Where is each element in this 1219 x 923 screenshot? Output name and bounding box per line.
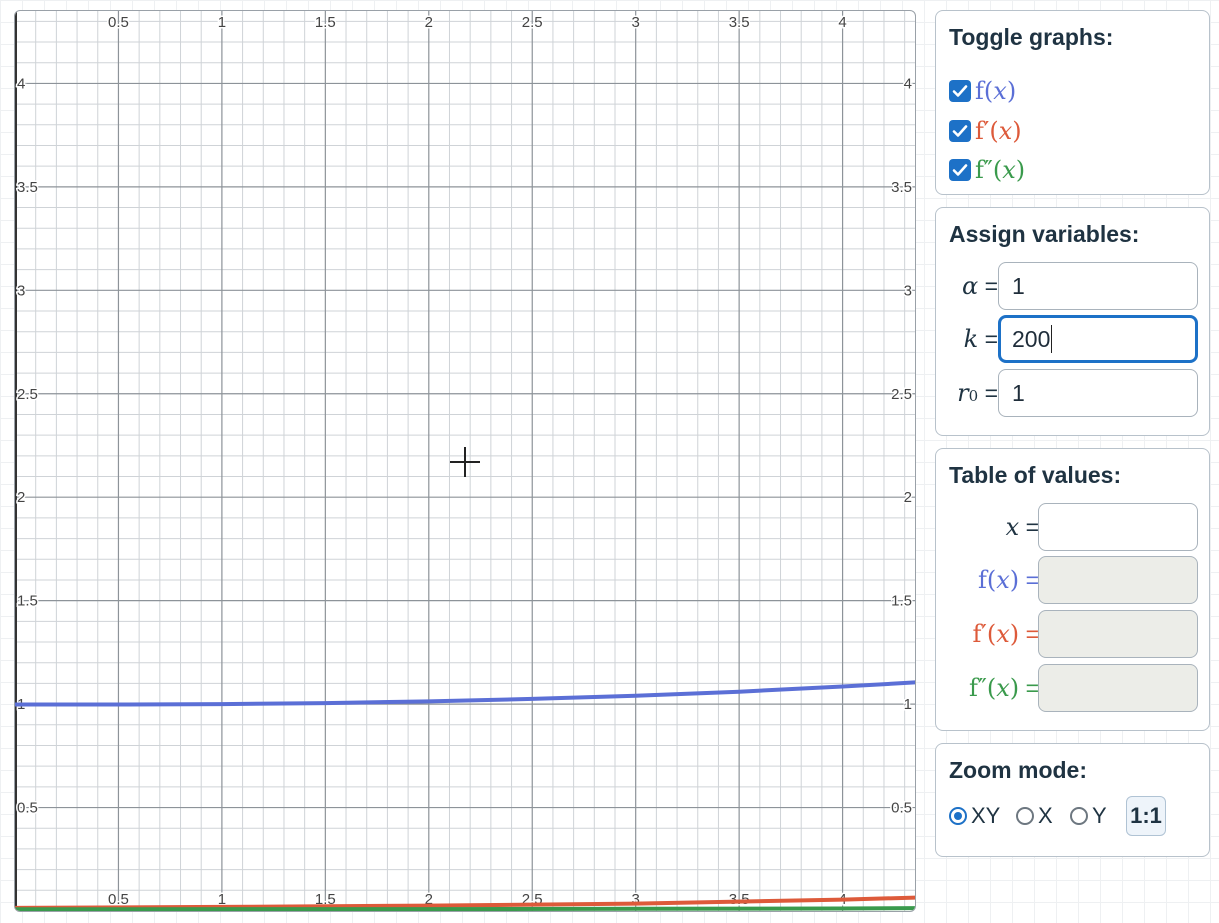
y-tick-label-right: 1.5 bbox=[891, 593, 912, 610]
assign-variables-title: Assign variables: bbox=[949, 221, 1140, 247]
zoom-option-y[interactable]: Y bbox=[1070, 798, 1107, 834]
x-tick-label-top: 0.5 bbox=[108, 14, 129, 31]
x-tick-label-top: 3 bbox=[632, 14, 640, 31]
variable-alpha-row: α = 1 bbox=[936, 262, 1211, 310]
toggle-graphs-title: Toggle graphs: bbox=[949, 24, 1114, 50]
y-tick-label-right: 4 bbox=[904, 75, 912, 92]
zoom-one-to-one-button[interactable]: 1:1 bbox=[1126, 796, 1166, 836]
y-tick-label-left: 3.5 bbox=[17, 179, 38, 196]
curve-fx2 bbox=[15, 906, 915, 911]
assign-variables-panel: Assign variables: α = 1 k = 200 r0 = 1 bbox=[935, 207, 1210, 436]
y-tick-label-left: 3 bbox=[17, 282, 25, 299]
y-tick-label-right: 2.5 bbox=[891, 386, 912, 403]
toggle-f-double-prime-label: f″(x) bbox=[975, 156, 1026, 184]
x-tick-label-top: 3.5 bbox=[729, 14, 750, 31]
y-tick-label-left: 0.5 bbox=[17, 800, 38, 817]
x-tick-label-top: 2 bbox=[425, 14, 433, 31]
toggle-f-label: f(x) bbox=[975, 77, 1017, 105]
check-icon[interactable] bbox=[949, 159, 971, 181]
y-tick-label-left: 4 bbox=[17, 75, 25, 92]
y-tick-label-right: 3.5 bbox=[891, 179, 912, 196]
table-f-prime-row: f′(x) = bbox=[936, 610, 1211, 658]
alpha-input[interactable]: 1 bbox=[998, 262, 1198, 310]
x-tick-label-top: 4 bbox=[838, 14, 846, 31]
y-tick-label-left: 2 bbox=[17, 489, 25, 506]
x-tick-label-top: 2.5 bbox=[522, 14, 543, 31]
variable-alpha-label: α = bbox=[961, 272, 998, 300]
table-f-label: f(x) = bbox=[977, 566, 1039, 594]
toggle-graphs-panel: Toggle graphs: f(x) f′(x) f″(x) bbox=[935, 10, 1210, 195]
radio-selected-icon[interactable] bbox=[949, 807, 967, 825]
variable-r0-label: r0 = bbox=[957, 379, 998, 407]
y-tick-label-right: 1 bbox=[904, 696, 912, 713]
table-f-double-prime-row: f″(x) = bbox=[936, 664, 1211, 712]
y-tick-label-right: 0.5 bbox=[891, 800, 912, 817]
toggle-f[interactable]: f(x) bbox=[949, 76, 1016, 106]
check-icon[interactable] bbox=[949, 80, 971, 102]
zoom-option-x[interactable]: X bbox=[1016, 798, 1053, 834]
variable-k-label: k = bbox=[963, 325, 998, 353]
toggle-f-prime-label: f′(x) bbox=[975, 117, 1022, 145]
y-tick-label-left: 1.5 bbox=[17, 593, 38, 610]
x-tick-label-top: 1.5 bbox=[315, 14, 336, 31]
check-icon[interactable] bbox=[949, 120, 971, 142]
toggle-f-prime[interactable]: f′(x) bbox=[949, 116, 1022, 146]
table-f-output bbox=[1038, 556, 1198, 604]
y-tick-label-right: 3 bbox=[904, 282, 912, 299]
variable-k-row: k = 200 bbox=[936, 315, 1211, 363]
r0-input[interactable]: 1 bbox=[998, 369, 1198, 417]
k-input[interactable]: 200 bbox=[998, 315, 1198, 363]
table-f-double-prime-label: f″(x) = bbox=[969, 674, 1039, 702]
table-f-row: f(x) = bbox=[936, 556, 1211, 604]
table-x-row: x = bbox=[936, 503, 1211, 551]
graph-svg[interactable]: 0.50.5111.51.5222.52.5333.53.5440.5 0.51 1… bbox=[15, 11, 915, 911]
zoom-mode-panel: Zoom mode: XY X Y 1:1 bbox=[935, 743, 1210, 857]
curve-fx0 bbox=[15, 680, 915, 707]
table-x-input[interactable] bbox=[1038, 503, 1198, 551]
x-tick-label-top: 1 bbox=[218, 14, 226, 31]
y-tick-label-right: 2 bbox=[904, 489, 912, 506]
table-x-label: x = bbox=[1005, 513, 1039, 541]
table-f-prime-output bbox=[1038, 610, 1198, 658]
radio-icon[interactable] bbox=[1016, 807, 1034, 825]
text-caret bbox=[1051, 325, 1053, 353]
table-f-double-prime-output bbox=[1038, 664, 1198, 712]
radio-icon[interactable] bbox=[1070, 807, 1088, 825]
table-f-prime-label: f′(x) = bbox=[972, 620, 1039, 648]
zoom-mode-title: Zoom mode: bbox=[949, 757, 1087, 783]
variable-r0-row: r0 = 1 bbox=[936, 369, 1211, 417]
graph-canvas[interactable]: 0.5 0.5 1 1 1.5 1.5 2 2 2.5 2.5 3 3 3.5 3.5 4 4 0.5 0.5 1 1… bbox=[14, 10, 916, 912]
curve-fx1 bbox=[15, 895, 915, 910]
toggle-f-double-prime[interactable]: f″(x) bbox=[949, 155, 1025, 185]
y-tick-label-left: 2.5 bbox=[17, 386, 38, 403]
zoom-option-xy[interactable]: XY bbox=[949, 798, 1000, 834]
table-of-values-title: Table of values: bbox=[949, 462, 1122, 488]
table-of-values-panel: Table of values: x = f(x) = f′(x) = f″(x… bbox=[935, 448, 1210, 731]
